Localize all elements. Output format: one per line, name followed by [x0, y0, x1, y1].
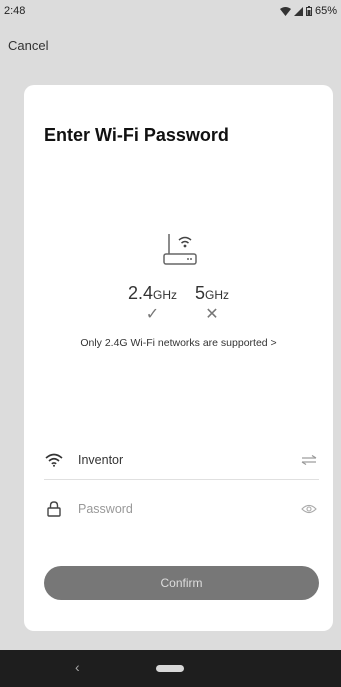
back-icon[interactable]: ‹: [75, 659, 80, 675]
password-input[interactable]: [78, 502, 299, 516]
band-5g-label: 5: [195, 283, 206, 303]
band-2g-unit: GHz: [153, 288, 177, 302]
eye-icon[interactable]: [299, 501, 319, 517]
page-title: Enter Wi-Fi Password: [44, 125, 229, 145]
band-5g-unit: GHz: [205, 288, 230, 302]
router-icon: [159, 230, 201, 266]
ssid-field[interactable]: Inventor: [44, 440, 319, 480]
cancel-button[interactable]: Cancel: [8, 38, 48, 53]
lock-icon: [44, 500, 64, 518]
swap-icon[interactable]: [299, 452, 319, 468]
battery-icon: [305, 6, 312, 16]
status-bar: 2:48 65%: [0, 0, 341, 22]
band-support-list: 2.4GHz ✓ 5GHz ✕: [24, 283, 333, 324]
supported-networks-link[interactable]: Only 2.4G Wi-Fi networks are supported >: [24, 337, 333, 349]
password-field: [44, 489, 319, 529]
band-5g: 5GHz ✕: [195, 283, 229, 324]
band-2g: 2.4GHz ✓: [128, 283, 177, 324]
wifi-icon: [279, 6, 291, 16]
status-icons: 65%: [279, 5, 337, 17]
cross-icon: ✕: [205, 306, 219, 323]
status-time: 2:48: [4, 5, 26, 17]
band-2g-label: 2.4: [127, 283, 153, 303]
signal-icon: [293, 6, 303, 16]
confirm-button[interactable]: Confirm: [44, 566, 319, 600]
wifi-icon: [44, 451, 64, 469]
check-icon: ✓: [145, 306, 160, 323]
navigation-bar: ‹: [0, 650, 341, 687]
home-pill-icon[interactable]: [156, 665, 184, 672]
battery-level: 65%: [314, 5, 337, 17]
wifi-password-card: Enter Wi-Fi Password 2.4GHz ✓ 5GHz ✕ Onl…: [24, 85, 333, 631]
ssid-value: Inventor: [78, 452, 124, 467]
